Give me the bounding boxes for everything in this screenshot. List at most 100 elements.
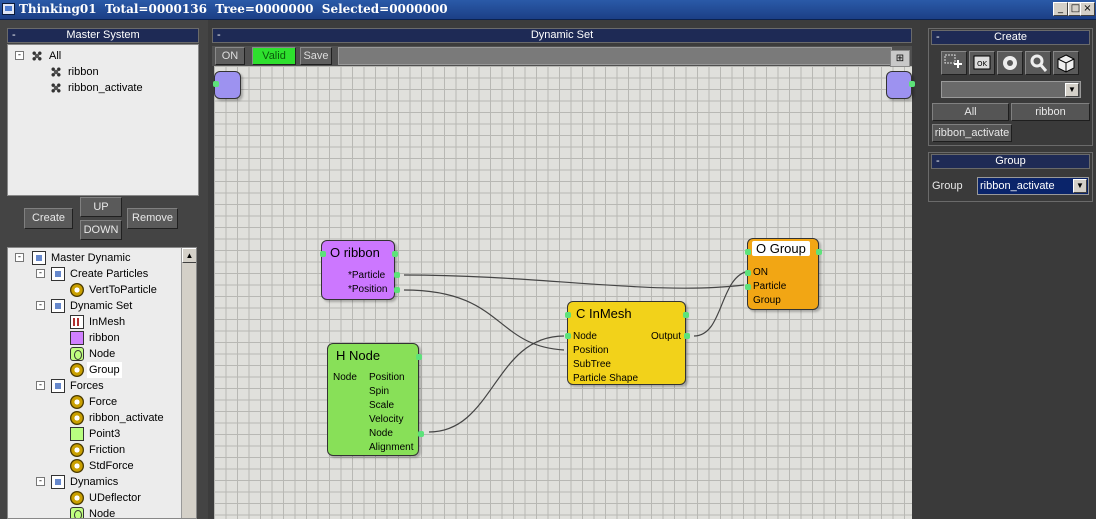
node-graph-canvas[interactable]: ⊞ O ribbon *Particle *Position H Node No… (213, 50, 915, 519)
minimize-button[interactable]: _ (1053, 2, 1068, 16)
tree-item-force[interactable]: Force (70, 394, 119, 410)
all-button[interactable]: All (932, 103, 1009, 121)
node-group[interactable]: O Group ON Particle Group (745, 238, 822, 310)
input-anchor[interactable] (213, 71, 241, 99)
knob[interactable] (683, 312, 689, 318)
knob[interactable] (565, 312, 571, 318)
svg-text:OK: OK (977, 60, 988, 68)
knob[interactable] (392, 251, 398, 257)
tree-item-inmesh[interactable]: InMesh (70, 314, 127, 330)
scroll-up-icon[interactable]: ▲ (182, 248, 196, 263)
tree-item-dynamics[interactable]: Dynamics (51, 474, 120, 490)
knob[interactable] (909, 81, 915, 87)
dynamic-set-header[interactable]: - Dynamic Set (212, 28, 912, 43)
node-title: O ribbon (330, 245, 380, 260)
tree-item-all[interactable]: All (30, 48, 63, 64)
gear-icon[interactable] (997, 51, 1023, 75)
tree-item-node-2[interactable]: Node (70, 506, 117, 518)
knob[interactable] (816, 249, 822, 255)
knob[interactable] (418, 431, 424, 437)
node-title: O Group (752, 241, 810, 256)
collapse-icon[interactable]: - (936, 31, 940, 44)
up-button[interactable]: UP (80, 197, 122, 217)
knob[interactable] (745, 270, 751, 276)
collapse-icon[interactable]: - (12, 29, 16, 42)
create-header[interactable]: - Create (931, 30, 1090, 45)
port-label: Spin (369, 386, 390, 397)
tree-item-stdforce[interactable]: StdForce (70, 458, 136, 474)
knob[interactable] (394, 272, 400, 278)
ribbon-icon (70, 331, 84, 345)
tree-item-dynamic-set[interactable]: Dynamic Set (51, 298, 134, 314)
tree-item-ribbon[interactable]: ribbon (49, 64, 101, 80)
add-node-icon[interactable] (941, 51, 967, 75)
knob[interactable] (394, 287, 400, 293)
output-anchor[interactable] (886, 71, 915, 99)
knob[interactable] (745, 284, 751, 290)
expander-icon[interactable]: - (15, 51, 24, 60)
on-button[interactable]: ON (215, 47, 245, 65)
remove-button[interactable]: Remove (127, 208, 178, 229)
group-settings: - Group Group ribbon_activate ▼ (928, 152, 1093, 202)
create-type-dropdown[interactable]: ▼ (941, 81, 1081, 98)
tree-item-forces[interactable]: Forces (51, 378, 106, 394)
tree-item-point3[interactable]: Point3 (70, 426, 122, 442)
close-button[interactable]: × (1080, 2, 1095, 16)
down-button[interactable]: DOWN (80, 220, 122, 240)
node-inmesh[interactable]: C InMesh Node Position SubTree Particle … (565, 301, 690, 385)
create-button[interactable]: Create (24, 208, 73, 229)
gear-icon (70, 395, 84, 409)
cube-icon[interactable] (1053, 51, 1079, 75)
group-header[interactable]: - Group (931, 154, 1090, 169)
node-h-node[interactable]: H Node Node Position Spin Scale Velocity… (327, 343, 424, 456)
chevron-down-icon[interactable]: ▼ (1073, 179, 1087, 193)
gear-icon (70, 411, 84, 425)
chevron-down-icon[interactable]: ▼ (1065, 83, 1079, 97)
expander-icon[interactable]: - (36, 269, 45, 278)
status-field (338, 47, 892, 65)
tree-item-ribbon-activate[interactable]: ribbon_activate (49, 80, 145, 96)
knob[interactable] (320, 251, 326, 257)
knob[interactable] (213, 81, 219, 87)
save-button[interactable]: Save (300, 47, 332, 65)
collapse-icon[interactable]: - (936, 155, 940, 168)
expander-icon[interactable]: - (15, 253, 24, 262)
port-label: Alignment (369, 442, 414, 453)
node-ribbon[interactable]: O ribbon *Particle *Position (320, 240, 400, 300)
dots-icon (49, 65, 63, 79)
expander-icon[interactable]: - (36, 381, 45, 390)
right-panel: - Create OK ▼ All ribbon ribbon_activate… (920, 20, 1096, 519)
wrench-icon[interactable] (1025, 51, 1051, 75)
ok-icon[interactable]: OK (969, 51, 995, 75)
tree-item-udeflector[interactable]: UDeflector (70, 490, 143, 506)
scrollbar[interactable]: ▲ (181, 248, 196, 518)
ribbon-button[interactable]: ribbon (1011, 103, 1090, 121)
port-label: Particle Shape (573, 373, 639, 384)
tree-item-verttoparticle[interactable]: VertToParticle (70, 282, 159, 298)
master-system-tree[interactable]: - All ribbon ribbon_activate (7, 44, 199, 196)
tree-item-master-dynamic[interactable]: Master Dynamic (32, 250, 132, 266)
expander-icon[interactable]: - (36, 301, 45, 310)
tree-item-ribbon[interactable]: ribbon (70, 330, 122, 346)
tree-item-create-particles[interactable]: Create Particles (51, 266, 150, 282)
tree-item-ribbon-activate[interactable]: ribbon_activate (70, 410, 166, 426)
tree-item-friction[interactable]: Friction (70, 442, 127, 458)
knob[interactable] (745, 249, 751, 255)
expander-icon[interactable]: - (36, 477, 45, 486)
group-dropdown[interactable]: ribbon_activate ▼ (977, 177, 1089, 195)
valid-button[interactable]: Valid (252, 47, 296, 65)
tree-item-group[interactable]: Group (70, 362, 122, 378)
master-dynamic-tree[interactable]: - - - - - Master Dynamic Create Particle… (7, 247, 197, 519)
ribbon-activate-button[interactable]: ribbon_activate (932, 124, 1012, 142)
node-title: H Node (336, 348, 381, 363)
doc-icon (51, 299, 65, 313)
knob[interactable] (684, 333, 690, 339)
collapse-icon[interactable]: - (217, 29, 221, 42)
layout-icon[interactable]: ⊞ (890, 50, 910, 67)
master-system-header[interactable]: - Master System (7, 28, 199, 43)
port-label: ON (753, 267, 768, 278)
knob[interactable] (565, 333, 571, 339)
tree-item-node[interactable]: Node (70, 346, 117, 362)
port-label: Node (369, 428, 393, 439)
knob[interactable] (416, 354, 422, 360)
